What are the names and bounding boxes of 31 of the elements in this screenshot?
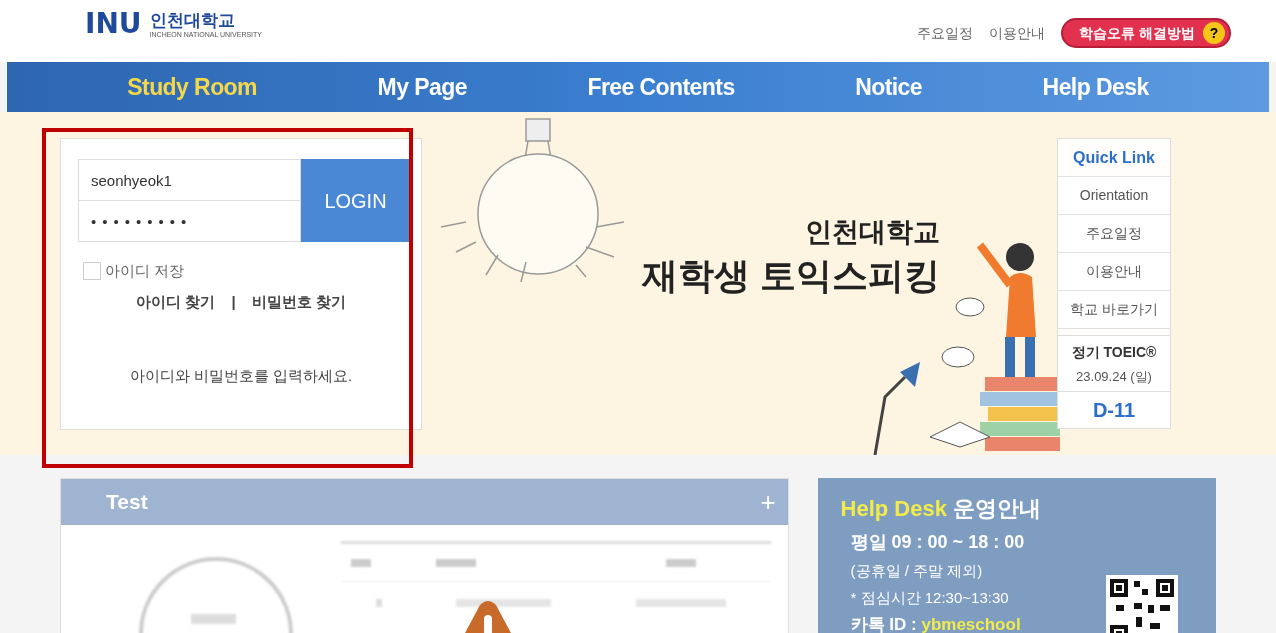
- login-message: 아이디와 비밀번호를 입력하세요.: [128, 366, 354, 386]
- header-link[interactable]: 이용안내: [989, 22, 1046, 44]
- exam-countdown: D-11: [1058, 390, 1170, 428]
- remember-checkbox[interactable]: [83, 262, 101, 281]
- username-field[interactable]: seonhyeok1: [78, 159, 301, 201]
- help-desk-title: Help Desk 운영안내: [840, 495, 1042, 523]
- help-button[interactable]: 학습오류 해결방법 ?: [1061, 18, 1231, 48]
- banner-title: 재학생 토익스피킹: [642, 253, 940, 298]
- find-id-link[interactable]: 아이디 찾기: [136, 290, 216, 313]
- nav-tab[interactable]: Study Room: [127, 69, 257, 105]
- nav-tab[interactable]: My Page: [377, 69, 467, 105]
- logo-letters: INU: [85, 10, 142, 39]
- exam-title: 정기 TOEIC®: [1071, 343, 1157, 362]
- link-separator: |: [231, 291, 236, 312]
- kakao-id: 카톡 ID : ybmeschool: [850, 614, 1022, 633]
- nav-tab[interactable]: Free Contents: [587, 69, 735, 105]
- remember-label: 아이디 저장: [105, 261, 185, 281]
- qr-code-icon: [1105, 575, 1178, 633]
- help-desk-note: (공휴일 / 주말 제외): [850, 561, 984, 581]
- test-panel-title: Test: [106, 489, 148, 516]
- help-desk-hours: 평일 09 : 00 ~ 18 : 00: [850, 531, 1026, 554]
- help-badge: ?: [1203, 22, 1225, 44]
- login-button[interactable]: LOGIN: [301, 159, 410, 242]
- header-link[interactable]: 주요일정: [917, 22, 974, 44]
- help-desk-lunch: * 점심시간 12:30~13:30: [850, 587, 1010, 608]
- nav-tab[interactable]: Notice: [855, 69, 923, 105]
- banner-school: 인천대학교: [805, 216, 940, 249]
- logo-name: 인천대학교: [149, 10, 236, 32]
- password-field[interactable]: •••••••••: [78, 201, 301, 242]
- find-password-link[interactable]: 비밀번호 찾기: [251, 290, 346, 313]
- exam-date: 23.09.24 (일): [1076, 368, 1152, 386]
